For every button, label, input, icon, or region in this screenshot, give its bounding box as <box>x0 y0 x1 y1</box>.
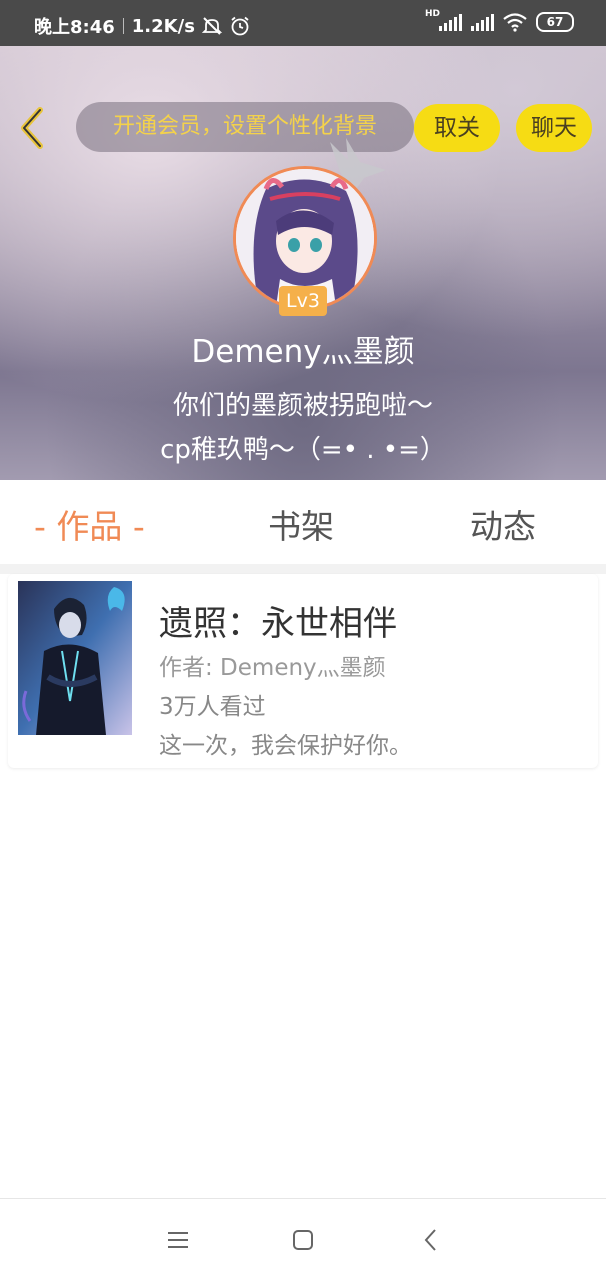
signature-line-2: cp稚玖鸭～（=• . •=） <box>160 435 446 465</box>
status-time: 晚上8:46 <box>34 17 115 38</box>
wifi-icon <box>503 13 527 32</box>
book-views: 3万人看过 <box>159 694 266 720</box>
home-icon[interactable] <box>290 1227 316 1253</box>
menu-icon[interactable] <box>165 1227 191 1253</box>
book-cover-image <box>18 581 132 735</box>
signal-icon <box>439 14 462 31</box>
profile-tabs: - 作品 - 书架 动态 <box>0 480 606 564</box>
battery-indicator: 67 <box>536 12 574 32</box>
book-cover[interactable] <box>18 581 132 735</box>
status-separator <box>122 18 124 34</box>
nav-back-icon[interactable] <box>418 1227 444 1253</box>
mute-icon <box>201 17 223 35</box>
tab-bookshelf[interactable]: 书架 <box>268 500 334 548</box>
status-bar: 晚上8:46 1.2K/s HD 67 <box>0 0 606 46</box>
level-badge: Lv3 <box>279 286 327 316</box>
network-speed: 1.2K/s <box>131 15 195 37</box>
unfollow-button[interactable]: 取关 <box>414 104 500 152</box>
signature-line-1: 你们的墨颜被拐跑啦～ <box>172 391 433 421</box>
book-author: 作者: Demeny灬墨颜 <box>159 655 386 681</box>
user-nickname: Demeny灬墨颜 <box>191 334 415 370</box>
user-signature: 你们的墨颜被拐跑啦～ cp稚玖鸭～（=• . •=） <box>0 384 606 472</box>
book-card[interactable]: 遗照：永世相伴 作者: Demeny灬墨颜 3万人看过 这一次，我会保护好你。 <box>8 574 598 768</box>
profile-header: 开通会员，设置个性化背景 取关 聊天 Lv3 Demeny灬墨颜 你们的墨颜被拐… <box>0 46 606 480</box>
back-icon[interactable] <box>14 104 52 152</box>
tab-works[interactable]: - 作品 - <box>34 500 145 548</box>
hd-badge: HD <box>424 9 440 19</box>
system-nav-bar <box>0 1198 606 1281</box>
book-title[interactable]: 遗照：永世相伴 <box>159 596 397 645</box>
alarm-icon <box>231 16 249 36</box>
section-divider <box>0 564 606 574</box>
tab-moments[interactable]: 动态 <box>470 500 536 548</box>
signal-icon-2 <box>471 14 494 31</box>
chat-button[interactable]: 聊天 <box>516 104 592 152</box>
book-description: 这一次，我会保护好你。 <box>159 733 412 759</box>
